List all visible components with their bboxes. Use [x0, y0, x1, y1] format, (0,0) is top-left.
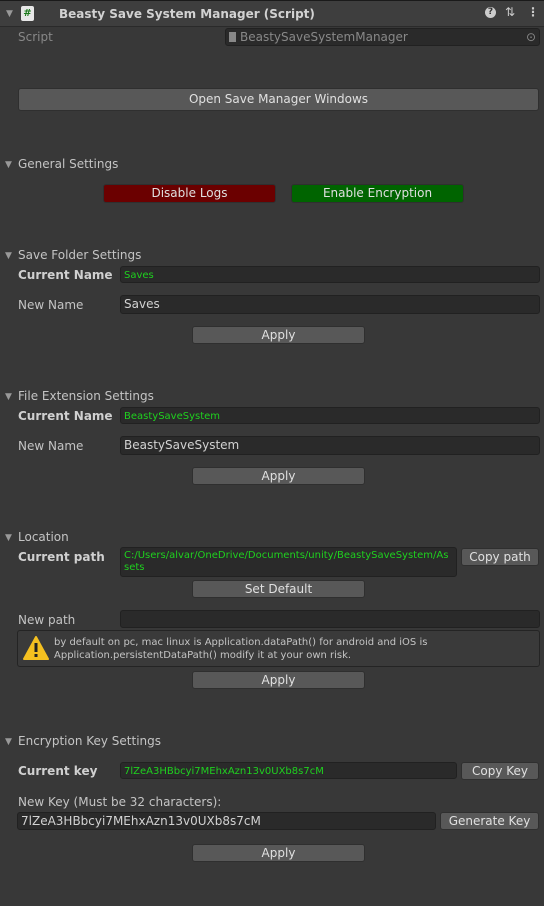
script-file-icon [229, 32, 236, 42]
general-settings-title[interactable]: General Settings [18, 157, 118, 171]
copy-path-button[interactable]: Copy path [461, 548, 539, 566]
foldout-arrow-icon[interactable]: ▼ [5, 160, 12, 170]
current-name-label: Current Name [18, 268, 113, 282]
new-folder-name-input[interactable]: Saves [120, 295, 540, 314]
preset-icon[interactable]: ⇅ [505, 5, 515, 19]
file-extension-apply-button[interactable]: Apply [192, 467, 365, 485]
new-path-label: New path [18, 613, 76, 627]
file-extension-title[interactable]: File Extension Settings [18, 389, 154, 403]
save-folder-apply-button[interactable]: Apply [192, 326, 365, 344]
encryption-key-title[interactable]: Encryption Key Settings [18, 734, 161, 748]
foldout-arrow-icon[interactable]: ▼ [5, 251, 12, 261]
current-extension-field: BeastySaveSystem [120, 407, 540, 424]
generate-key-button[interactable]: Generate Key [440, 812, 539, 830]
current-folder-name-field: Saves [120, 266, 540, 283]
foldout-arrow-icon[interactable]: ▼ [5, 737, 12, 747]
open-save-manager-button[interactable]: Open Save Manager Windows [18, 88, 539, 111]
new-path-input[interactable] [120, 610, 540, 628]
current-key-field: 7lZeA3HBbcyi7MEhxAzn13v0UXb8s7cM [120, 762, 457, 779]
foldout-arrow-icon[interactable]: ▼ [5, 533, 12, 543]
new-name-label: New Name [18, 439, 84, 453]
location-title[interactable]: Location [18, 530, 69, 544]
inspector-header[interactable]: ▼ # Beasty Save System Manager (Script) … [0, 0, 544, 27]
enable-encryption-button[interactable]: Enable Encryption [291, 184, 464, 203]
object-picker-icon[interactable]: ⊙ [526, 30, 536, 45]
collapse-arrow-icon[interactable]: ▼ [6, 9, 13, 19]
help-icon[interactable]: ? [485, 7, 496, 18]
current-name-label: Current Name [18, 409, 113, 423]
encryption-apply-button[interactable]: Apply [192, 844, 365, 862]
warning-help-box: by default on pc, mac linux is Applicati… [17, 630, 540, 667]
new-extension-input[interactable]: BeastySaveSystem [120, 436, 540, 455]
current-path-label: Current path [18, 550, 105, 564]
script-label: Script [18, 30, 53, 44]
new-key-input[interactable]: 7lZeA3HBbcyi7MEhxAzn13v0UXb8s7cM [17, 812, 436, 830]
script-file-icon: # [21, 6, 34, 21]
component-title: Beasty Save System Manager (Script) [59, 7, 315, 21]
script-field[interactable]: BeastySaveSystemManager ⊙ [225, 28, 540, 46]
disable-logs-button[interactable]: Disable Logs [103, 184, 276, 203]
script-value: BeastySaveSystemManager [240, 30, 408, 44]
new-name-label: New Name [18, 298, 84, 312]
new-key-label: New Key (Must be 32 characters): [18, 795, 222, 809]
warning-text: by default on pc, mac linux is Applicati… [54, 637, 428, 661]
warning-icon [23, 636, 49, 660]
menu-icon[interactable]: ⋮ [527, 5, 539, 19]
copy-key-button[interactable]: Copy Key [461, 762, 539, 780]
save-folder-title[interactable]: Save Folder Settings [18, 248, 141, 262]
foldout-arrow-icon[interactable]: ▼ [5, 392, 12, 402]
location-apply-button[interactable]: Apply [192, 671, 365, 689]
set-default-button[interactable]: Set Default [192, 580, 365, 598]
current-path-field: C:/Users/alvar/OneDrive/Documents/unity/… [120, 547, 457, 577]
current-key-label: Current key [18, 764, 98, 778]
